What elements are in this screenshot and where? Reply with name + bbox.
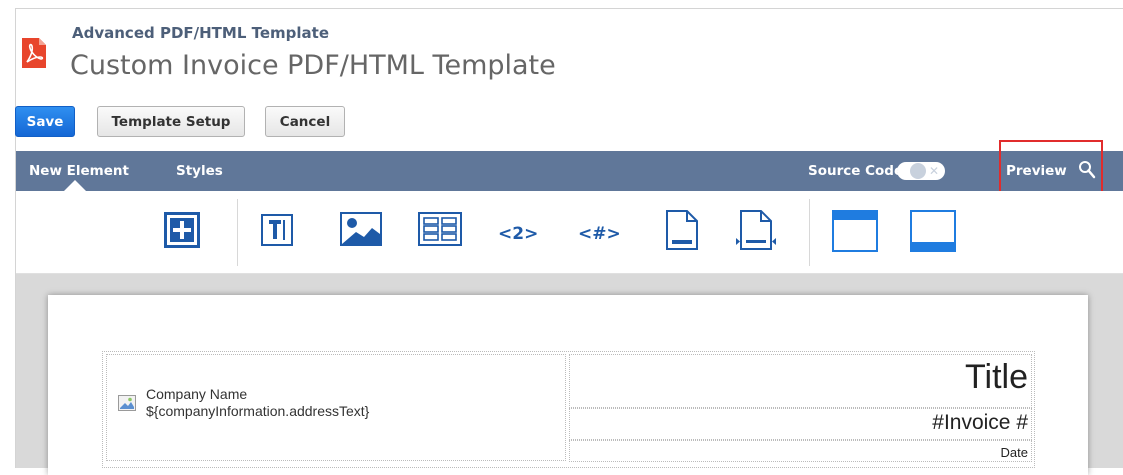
active-tab-indicator xyxy=(64,180,86,191)
tab-styles[interactable]: Styles xyxy=(176,151,223,191)
image-icon[interactable] xyxy=(340,212,382,246)
title-cell[interactable] xyxy=(569,354,1032,408)
page-number-label[interactable]: <2> xyxy=(498,222,538,246)
add-element-icon[interactable] xyxy=(164,212,200,248)
page-break-icon[interactable] xyxy=(666,210,698,250)
footer-layout-icon[interactable] xyxy=(910,210,956,252)
editor-navbar: New Element Styles Source Code Preview xyxy=(16,151,1123,191)
document-title: Title xyxy=(965,358,1028,396)
source-code-label: Source Code xyxy=(808,163,904,179)
date-cell[interactable] xyxy=(569,440,1032,462)
invoice-number-text: #Invoice # xyxy=(932,411,1028,434)
save-button[interactable]: Save xyxy=(15,106,75,137)
table-icon[interactable] xyxy=(418,212,462,246)
close-icon: ✕ xyxy=(928,164,940,178)
text-field-icon[interactable] xyxy=(261,214,293,246)
cancel-button[interactable]: Cancel xyxy=(265,106,345,137)
pdf-file-icon xyxy=(22,38,46,68)
page-subtitle: Advanced PDF/HTML Template xyxy=(72,24,329,42)
page-title: Custom Invoice PDF/HTML Template xyxy=(70,50,556,81)
toggle-knob xyxy=(910,163,926,179)
toolbar-separator xyxy=(237,199,238,266)
insert-break-icon[interactable] xyxy=(736,210,776,250)
company-name-text: Company Name xyxy=(146,386,248,402)
total-pages-label[interactable]: <#> xyxy=(578,222,621,246)
date-text: Date xyxy=(1000,445,1028,460)
window-top-border xyxy=(15,8,1123,9)
header-layout-icon[interactable] xyxy=(832,210,878,252)
toolbar-separator xyxy=(809,199,810,266)
company-address-text: ${companyInformation.addressText} xyxy=(146,403,370,419)
broken-image-icon xyxy=(118,395,136,411)
source-code-toggle[interactable]: ✕ xyxy=(897,162,945,180)
template-setup-button[interactable]: Template Setup xyxy=(97,106,245,137)
